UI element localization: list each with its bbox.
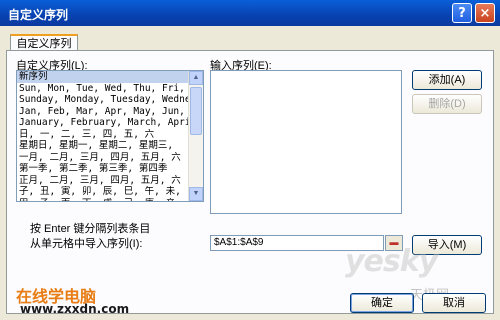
- listbox-scrollbar[interactable]: ▲ ▼: [188, 71, 203, 201]
- custom-lists-listbox[interactable]: 新序列 Sun, Mon, Tue, Wed, Thu, Fri, S Sunday…: [16, 70, 204, 202]
- list-item[interactable]: 新序列: [17, 71, 203, 83]
- add-button[interactable]: 添加(A): [412, 70, 482, 90]
- list-item[interactable]: Sun, Mon, Tue, Wed, Thu, Fri, S: [17, 83, 203, 95]
- custom-lists-items: 新序列 Sun, Mon, Tue, Wed, Thu, Fri, S Sunday…: [17, 71, 203, 202]
- list-item[interactable]: 日, 一, 二, 三, 四, 五, 六: [17, 129, 203, 141]
- list-item[interactable]: January, February, March, April: [17, 117, 203, 129]
- ok-button[interactable]: 确定: [350, 293, 414, 313]
- list-item[interactable]: 子, 丑, 寅, 卯, 辰, 巳, 午, 未,: [17, 186, 203, 198]
- title-bar: 自定义序列 ? ×: [0, 0, 500, 26]
- list-item[interactable]: 第一季, 第二季, 第三季, 第四季: [17, 163, 203, 175]
- import-from-label: 从单元格中导入序列(I):: [30, 238, 143, 250]
- cancel-button[interactable]: 取消: [422, 293, 486, 313]
- hint-text: 按 Enter 键分隔列表条目: [30, 223, 151, 235]
- yesky-watermark-logo: yesky: [345, 244, 438, 279]
- delete-button[interactable]: 删除(D): [412, 94, 482, 114]
- close-button[interactable]: ×: [475, 3, 495, 23]
- input-list-textarea[interactable]: [210, 70, 402, 214]
- help-button[interactable]: ?: [452, 3, 472, 23]
- scroll-thumb[interactable]: [190, 87, 202, 135]
- url-watermark: www.zxxdn.com: [20, 302, 130, 316]
- list-item[interactable]: 正月, 二月, 三月, 四月, 五月, 六: [17, 175, 203, 187]
- list-item[interactable]: 甲, 乙, 丙, 丁, 戊, 己, 庚, 辛,: [17, 198, 203, 202]
- list-item[interactable]: Jan, Feb, Mar, Apr, May, Jun, J: [17, 106, 203, 118]
- list-item[interactable]: 一月, 二月, 三月, 四月, 五月, 六: [17, 152, 203, 164]
- window-title: 自定义序列: [8, 8, 69, 22]
- scroll-down-arrow-icon[interactable]: ▼: [189, 187, 203, 201]
- scroll-up-arrow-icon[interactable]: ▲: [189, 71, 203, 85]
- list-item[interactable]: Sunday, Monday, Tuesday, Wednes: [17, 94, 203, 106]
- list-item[interactable]: 星期日, 星期一, 星期二, 星期三,: [17, 140, 203, 152]
